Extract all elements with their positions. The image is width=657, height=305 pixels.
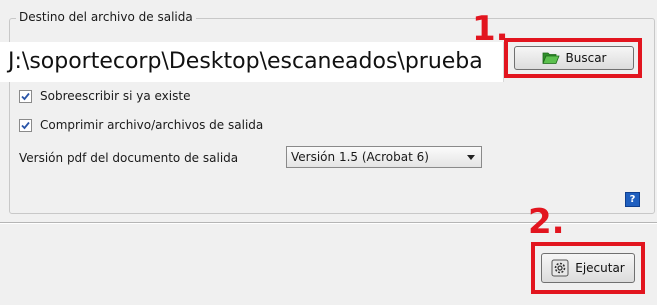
- checkmark-icon: [21, 92, 30, 100]
- run-button[interactable]: Ejecutar: [541, 253, 635, 283]
- browse-button[interactable]: Buscar: [514, 46, 634, 70]
- compress-checkbox[interactable]: [19, 118, 32, 132]
- pdf-version-selected: Versión 1.5 (Acrobat 6): [291, 150, 429, 164]
- overwrite-checkbox[interactable]: [19, 89, 32, 103]
- overwrite-label: Sobreescribir si ya existe: [40, 89, 191, 103]
- dropdown-arrow-icon: [467, 155, 475, 160]
- run-button-label: Ejecutar: [575, 261, 625, 275]
- compress-option[interactable]: Comprimir archivo/archivos de salida: [19, 118, 263, 132]
- checkmark-icon: [21, 121, 30, 129]
- gear-icon: [551, 259, 569, 277]
- pdf-version-select[interactable]: Versión 1.5 (Acrobat 6): [286, 146, 482, 168]
- help-icon[interactable]: ?: [625, 192, 640, 207]
- folder-open-icon: [541, 51, 560, 65]
- compress-label: Comprimir archivo/archivos de salida: [40, 118, 264, 132]
- group-title: Destino del archivo de salida: [16, 10, 196, 24]
- overwrite-option[interactable]: Sobreescribir si ya existe: [19, 89, 190, 103]
- pdf-version-label: Versión pdf del documento de salida: [19, 151, 239, 165]
- output-path-field[interactable]: J:\soportecorp\Desktop\escaneados\prueba: [0, 42, 504, 82]
- browse-button-label: Buscar: [565, 51, 607, 65]
- step-2-annotation: 2.: [528, 202, 565, 242]
